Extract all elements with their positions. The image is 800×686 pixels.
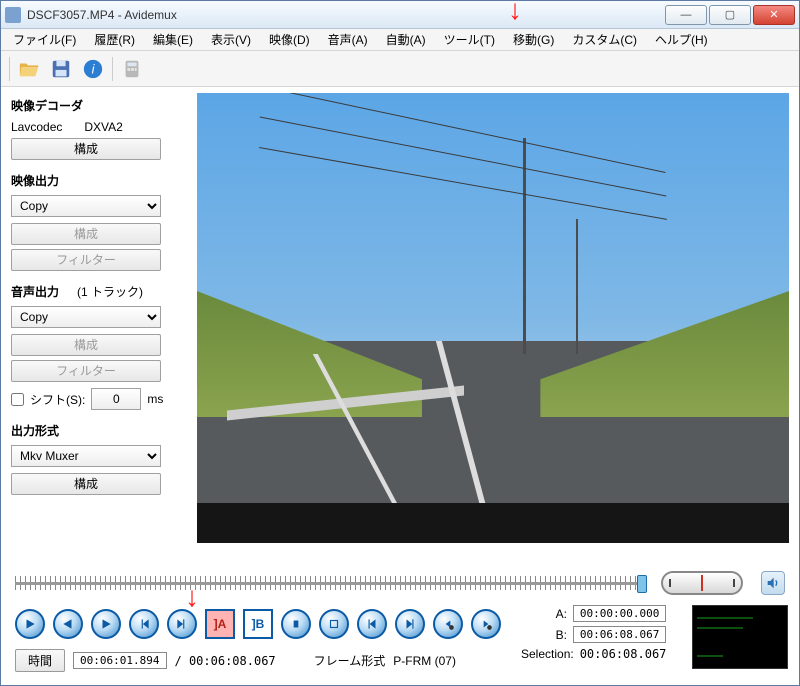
video-out-heading: 映像出力 <box>11 172 187 189</box>
prev-black-button[interactable] <box>433 609 463 639</box>
goto-end-button[interactable] <box>395 609 425 639</box>
save-icon[interactable] <box>48 56 74 82</box>
audio-codec-select[interactable]: Copy <box>11 306 161 328</box>
decoder-hw: DXVA2 <box>84 120 122 134</box>
separator <box>9 57 10 81</box>
menu-video[interactable]: 映像(D) <box>261 29 318 50</box>
goto-start-button[interactable] <box>357 609 387 639</box>
a-time: 00:00:00.000 <box>573 605 666 622</box>
playback-controls: ↓ ]A ]B <box>15 609 501 639</box>
video-config-button[interactable]: 構成 <box>11 223 161 245</box>
video-filter-button[interactable]: フィルター <box>11 249 161 271</box>
minimize-button[interactable]: ― <box>665 5 707 25</box>
maximize-button[interactable]: ▢ <box>709 5 751 25</box>
app-window: DSCF3057.MP4 - Avidemux ― ▢ ✕ ファイル(F) 履歴… <box>0 0 800 686</box>
decoder-heading: 映像デコーダ <box>11 97 187 114</box>
set-a-button[interactable]: ]A <box>205 609 235 639</box>
menu-bar: ファイル(F) 履歴(R) 編集(E) 表示(V) 映像(D) 音声(A) 自動… <box>1 29 799 51</box>
prev-keyframe-button[interactable] <box>129 609 159 639</box>
audio-monitor <box>692 605 788 675</box>
menu-tools[interactable]: ツール(T) <box>436 29 503 50</box>
selection-panel: A: 00:00:00.000 B: 00:06:08.067 Selection:… <box>521 605 672 675</box>
window-title: DSCF3057.MP4 - Avidemux <box>27 8 665 22</box>
next-keyframe-button[interactable] <box>167 609 197 639</box>
next-frame-button[interactable] <box>91 609 121 639</box>
timeline-slider[interactable] <box>15 573 643 593</box>
frame-type-label: フレーム形式 <box>314 652 386 669</box>
video-preview <box>197 93 789 543</box>
audio-tracks: (1 トラック) <box>77 283 143 300</box>
current-time[interactable]: 00:06:01.894 <box>73 652 166 669</box>
muxer-config-button[interactable]: 構成 <box>11 473 161 495</box>
separator <box>112 57 113 81</box>
calculator-icon[interactable] <box>119 56 145 82</box>
shift-input[interactable] <box>91 388 141 410</box>
selection-label: Selection: <box>521 647 574 661</box>
decoder-name: Lavcodec <box>11 120 62 134</box>
menu-file[interactable]: ファイル(F) <box>5 29 84 50</box>
menu-go[interactable]: 移動(G) <box>505 29 562 50</box>
title-bar[interactable]: DSCF3057.MP4 - Avidemux ― ▢ ✕ <box>1 1 799 29</box>
a-label: A: <box>556 607 567 621</box>
shift-label: シフト(S): <box>30 391 85 408</box>
prev-frame-button[interactable] <box>53 609 83 639</box>
toolbar: i <box>1 51 799 87</box>
close-button[interactable]: ✕ <box>753 5 795 25</box>
audio-out-heading: 音声出力 <box>11 283 59 300</box>
timeline-area: ↓ ↓ ] <box>1 565 799 685</box>
b-time: 00:06:08.067 <box>573 626 666 643</box>
timeline-thumb[interactable] <box>637 575 647 593</box>
shift-unit: ms <box>147 392 163 406</box>
time-button[interactable]: 時間 <box>15 649 65 672</box>
play-button[interactable] <box>15 609 45 639</box>
annotation-arrow-slider: ↓ <box>508 0 522 26</box>
menu-auto[interactable]: 自動(A) <box>378 29 434 50</box>
frame-type-value: P-FRM (07) <box>393 654 456 668</box>
left-panel: 映像デコーダ Lavcodec DXVA2 構成 映像出力 Copy 構成 フィ… <box>11 93 187 565</box>
next-black-button[interactable] <box>471 609 501 639</box>
menu-edit[interactable]: 編集(E) <box>145 29 201 50</box>
decoder-config-button[interactable]: 構成 <box>11 138 161 160</box>
muxer-select[interactable]: Mkv Muxer <box>11 445 161 467</box>
info-icon[interactable]: i <box>80 56 106 82</box>
annotation-arrow-a: ↓ <box>185 581 199 613</box>
output-format-heading: 出力形式 <box>11 422 187 439</box>
menu-audio[interactable]: 音声(A) <box>320 29 376 50</box>
jog-wheel[interactable] <box>661 571 743 595</box>
menu-view[interactable]: 表示(V) <box>203 29 259 50</box>
audio-filter-button[interactable]: フィルター <box>11 360 161 382</box>
audio-config-button[interactable]: 構成 <box>11 334 161 356</box>
delete-button[interactable] <box>319 609 349 639</box>
set-b-button[interactable]: ]B <box>243 609 273 639</box>
open-icon[interactable] <box>16 56 42 82</box>
volume-button[interactable] <box>761 571 785 595</box>
video-codec-select[interactable]: Copy <box>11 195 161 217</box>
app-icon <box>5 7 21 23</box>
b-label: B: <box>556 628 567 642</box>
menu-recent[interactable]: 履歴(R) <box>86 29 143 50</box>
selection-time: 00:06:08.067 <box>580 647 667 661</box>
cut-button[interactable] <box>281 609 311 639</box>
menu-custom[interactable]: カスタム(C) <box>564 29 645 50</box>
menu-help[interactable]: ヘルプ(H) <box>647 29 716 50</box>
total-time: / 00:06:08.067 <box>175 654 276 668</box>
shift-checkbox[interactable] <box>11 393 24 406</box>
